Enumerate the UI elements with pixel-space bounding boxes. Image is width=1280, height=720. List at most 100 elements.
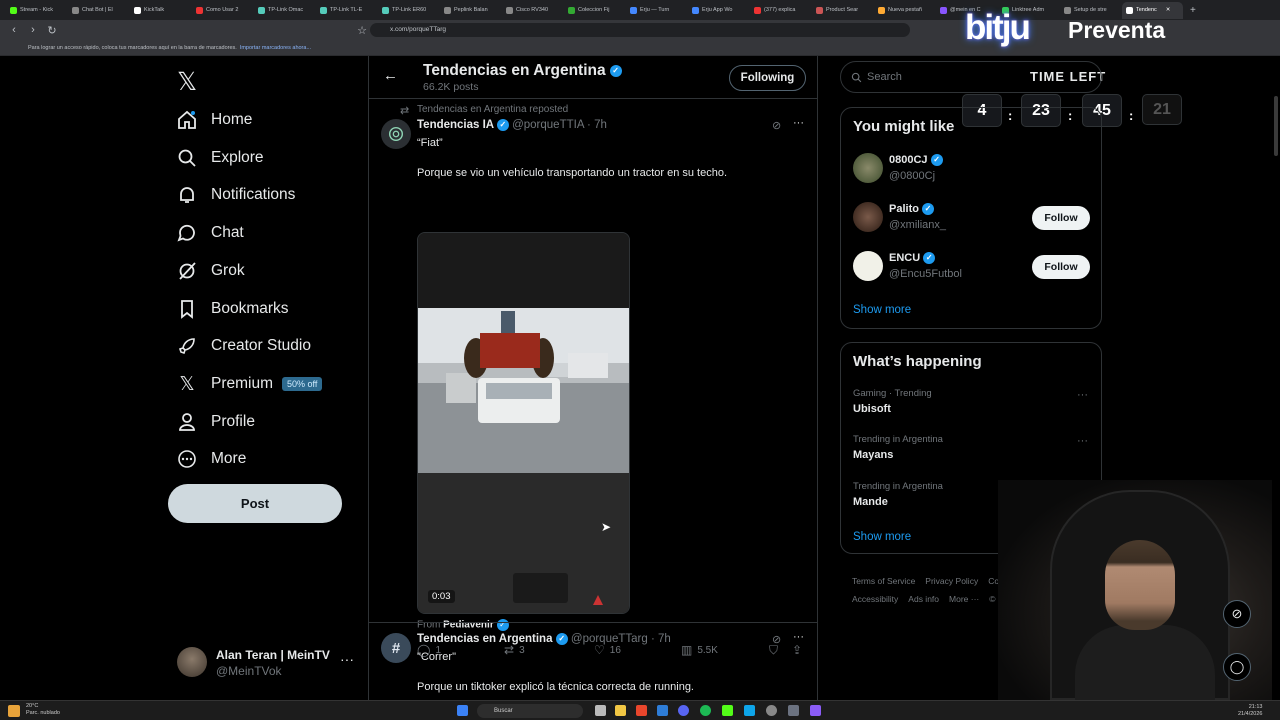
nav-grok[interactable]: Grok xyxy=(176,256,245,286)
browser-tab[interactable]: Setup de stre xyxy=(1060,2,1121,19)
tweet-text: Porque se vio un vehículo transportando … xyxy=(417,167,728,179)
browser-tab[interactable]: Stream - Kick xyxy=(6,2,67,19)
user-name[interactable]: ENCU ✓ xyxy=(889,252,936,265)
browser-tab[interactable]: TP-Link Omac xyxy=(254,2,315,19)
footer-link[interactable]: Privacy Policy xyxy=(925,576,978,586)
tweet-author[interactable]: Tendencias IA ✓ @porqueTTIA · 7h xyxy=(417,119,607,131)
browser-tab[interactable]: Product Sear xyxy=(812,2,873,19)
discord-icon[interactable] xyxy=(678,705,689,716)
bitju-logo: bitju xyxy=(965,8,1031,47)
app-icon[interactable] xyxy=(744,705,755,716)
back-icon[interactable]: ‹ xyxy=(9,24,19,36)
app-icon[interactable] xyxy=(788,705,799,716)
back-arrow-icon[interactable]: ← xyxy=(383,67,398,84)
weather-widget[interactable]: 20°C Parc. nublado xyxy=(26,703,60,717)
more-dots-icon[interactable]: ··· xyxy=(1077,389,1088,401)
brave-icon[interactable] xyxy=(636,705,647,716)
clock-time: 21:13 xyxy=(1248,704,1263,710)
home-icon xyxy=(176,109,198,131)
browser-tab[interactable]: Peplink Balan xyxy=(440,2,501,19)
browser-tab[interactable]: Cisco RV340 xyxy=(502,2,563,19)
footer-link[interactable]: Accessibility xyxy=(852,594,898,604)
task-view-icon[interactable] xyxy=(595,705,606,716)
browser-tab-active[interactable]: Tendenc ✕ xyxy=(1122,1,1183,19)
forward-icon[interactable]: › xyxy=(28,24,38,36)
reload-icon[interactable]: ↻ xyxy=(47,24,57,37)
new-tab-icon[interactable]: + xyxy=(1190,5,1196,16)
browser-tab[interactable]: TP-Link TL-E xyxy=(316,2,377,19)
nav-more[interactable]: More xyxy=(176,444,246,474)
video-player[interactable]: 0:03 xyxy=(417,232,630,614)
scrollbar[interactable] xyxy=(1272,56,1280,700)
bookmark-star-icon[interactable]: ☆ xyxy=(357,24,367,37)
grok-icon[interactable]: ⊘ xyxy=(772,119,781,132)
nav-creator-studio[interactable]: Creator Studio xyxy=(176,331,311,361)
avatar[interactable] xyxy=(853,202,883,232)
x-logo-icon[interactable]: 𝕏 xyxy=(177,67,197,97)
follow-button[interactable]: Follow xyxy=(1032,255,1090,279)
nav-profile[interactable]: Profile xyxy=(176,407,255,437)
browser-tab[interactable]: Coleccion Fij xyxy=(564,2,625,19)
nav-bookmarks[interactable]: Bookmarks xyxy=(176,294,289,324)
card-title: What’s happening xyxy=(853,353,982,370)
close-tab-icon[interactable]: ✕ xyxy=(1166,7,1171,13)
browser-tab[interactable]: KickTalk xyxy=(130,2,191,19)
post-button[interactable]: Post xyxy=(168,484,342,523)
tweet[interactable]: # Tendencias en Argentina ✓ @porqueTTarg… xyxy=(369,623,817,700)
following-button[interactable]: Following xyxy=(729,65,806,91)
taskbar-search[interactable]: Buscar xyxy=(477,704,583,718)
follow-button[interactable]: Follow xyxy=(1032,206,1090,230)
user-name[interactable]: Palito ✓ xyxy=(889,203,935,216)
avatar[interactable] xyxy=(853,153,883,183)
nav-chat[interactable]: Chat xyxy=(176,218,244,248)
messages-float-icon[interactable]: ◯ xyxy=(1223,653,1251,681)
system-clock[interactable]: 21:13 21/4/2026 xyxy=(1238,704,1262,718)
grok-icon[interactable]: ⊘ xyxy=(772,633,781,646)
verified-badge-icon: ✓ xyxy=(923,252,936,265)
more-dots-icon[interactable]: ··· xyxy=(793,117,804,129)
nav-home[interactable]: Home xyxy=(176,105,252,135)
tweet[interactable]: ⇄ Tendencias en Argentina reposted Tende… xyxy=(369,99,817,657)
account-switcher[interactable]: Alan Teran | MeinTV @MeinTVok ··· xyxy=(177,645,367,683)
scrollbar-thumb[interactable] xyxy=(1274,96,1278,156)
footer-link[interactable]: Ads info xyxy=(908,594,939,604)
trend-name[interactable]: Mande xyxy=(853,496,888,508)
app-icon[interactable] xyxy=(766,705,777,716)
more-dots-icon[interactable]: ··· xyxy=(340,651,354,667)
url-field[interactable]: x.com/porqueTTarg xyxy=(370,23,910,37)
kick-icon[interactable] xyxy=(722,705,733,716)
nav-premium[interactable]: 𝕏 Premium 50% off xyxy=(176,369,323,399)
grok-float-icon[interactable]: ⊘ xyxy=(1223,600,1251,628)
browser-tab[interactable]: (377) explica xyxy=(750,2,811,19)
browser-tab[interactable]: Nueva pestañ xyxy=(874,2,935,19)
browser-tab[interactable]: TP-Link ER60 xyxy=(378,2,439,19)
spotify-icon[interactable] xyxy=(700,705,711,716)
footer-link[interactable]: More ··· xyxy=(949,594,979,604)
app-icon[interactable] xyxy=(810,705,821,716)
browser-tab[interactable]: Chat Bot | El xyxy=(68,2,129,19)
browser-tab[interactable]: Como Usar 2 xyxy=(192,2,253,19)
windows-start-icon[interactable] xyxy=(457,705,468,716)
footer-link[interactable]: Terms of Service xyxy=(852,576,915,586)
show-more-link[interactable]: Show more xyxy=(853,304,911,316)
avatar[interactable] xyxy=(381,119,411,149)
import-bookmarks-link[interactable]: Importar marcadores ahora... xyxy=(240,45,311,51)
hashtag-avatar-icon[interactable]: # xyxy=(381,633,411,663)
file-explorer-icon[interactable] xyxy=(615,705,626,716)
more-dots-icon[interactable]: ··· xyxy=(1077,435,1088,447)
nav-notifications[interactable]: Notifications xyxy=(176,180,295,210)
nav-explore[interactable]: Explore xyxy=(176,143,264,173)
search-input[interactable]: Search xyxy=(840,61,1102,93)
tweet-author[interactable]: Tendencias en Argentina ✓ @porqueTTarg ·… xyxy=(417,633,671,645)
browser-tab[interactable]: Erju — Turn xyxy=(626,2,687,19)
trend-name[interactable]: Ubisoft xyxy=(853,403,891,415)
show-more-link[interactable]: Show more xyxy=(853,531,911,543)
avatar[interactable] xyxy=(853,251,883,281)
user-handle: @0800Cj xyxy=(889,170,936,182)
user-name[interactable]: 0800CJ ✓ xyxy=(889,154,943,167)
app-icon[interactable] xyxy=(657,705,668,716)
more-dots-icon[interactable]: ··· xyxy=(793,631,804,643)
browser-tab[interactable]: Erju App Wo xyxy=(688,2,749,19)
trend-name[interactable]: Mayans xyxy=(853,449,893,461)
streamer-face xyxy=(1105,540,1175,630)
